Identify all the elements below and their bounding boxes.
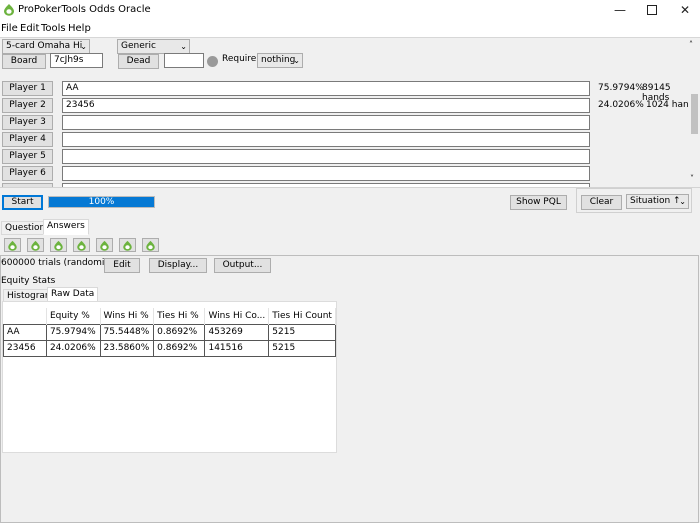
drop-menu-button-5[interactable] xyxy=(96,238,113,252)
scroll-up-icon[interactable]: ˄ xyxy=(689,40,693,49)
situation-select[interactable]: Situation ↑ ⌄ xyxy=(626,194,689,209)
require-select[interactable]: nothing ⌄ xyxy=(257,53,303,68)
player-2-button[interactable]: Player 2 xyxy=(2,98,53,113)
menu-bar: File Edit Tools Help xyxy=(0,20,700,38)
drop-menu-button-4[interactable] xyxy=(73,238,90,252)
game-select-value: 5-card Omaha Hi xyxy=(6,41,83,51)
drop-icon xyxy=(31,240,40,251)
tab-answers[interactable]: Answers xyxy=(43,219,89,235)
table-header-row: Equity % Wins Hi % Ties Hi % Wins Hi Co.… xyxy=(3,308,336,324)
progress-bar: 100% xyxy=(48,196,155,208)
column-header-equity[interactable]: Equity % xyxy=(46,308,101,324)
chevron-down-icon: ⌄ xyxy=(180,42,187,51)
player-1-button[interactable]: Player 1 xyxy=(2,81,53,96)
player-1-equity: 75.9794% xyxy=(598,83,644,93)
equity-table: Equity % Wins Hi % Ties Hi % Wins Hi Co.… xyxy=(3,308,336,357)
column-header-ties-hi-count[interactable]: Ties Hi Count xyxy=(268,308,336,324)
maximize-button[interactable] xyxy=(637,0,667,20)
scroll-down-icon[interactable]: ˅ xyxy=(690,174,694,183)
players-scrollbar[interactable] xyxy=(689,80,700,185)
player-2-equity: 24.0206% xyxy=(598,100,644,110)
raw-data-panel: Equity % Wins Hi % Ties Hi % Wins Hi Co.… xyxy=(2,301,337,453)
require-label: Require xyxy=(222,54,257,64)
drop-icon xyxy=(77,240,86,251)
drop-menu-button-3[interactable] xyxy=(50,238,67,252)
player-2-range-input[interactable]: 23456 xyxy=(62,98,590,113)
menu-tools[interactable]: Tools xyxy=(41,23,66,34)
require-toggle[interactable] xyxy=(207,56,218,67)
cell-wins-hi-pct: 75.5448% xyxy=(99,323,155,341)
maximize-icon xyxy=(647,5,657,15)
window-title: ProPokerTools Odds Oracle xyxy=(18,4,151,15)
cell-wins-hi-pct: 23.5860% xyxy=(99,339,155,357)
cell-ties-hi-pct: 0.8692% xyxy=(153,323,206,341)
require-select-value: nothing xyxy=(261,55,296,65)
board-input[interactable]: 7cJh9s xyxy=(50,53,103,68)
cell-ties-hi-count: 5215 xyxy=(268,339,336,357)
chevron-down-icon: ⌄ xyxy=(679,197,686,206)
cell-range: AA xyxy=(3,323,47,341)
chevron-down-icon: ⌄ xyxy=(80,42,87,51)
column-header-wins-hi-pct[interactable]: Wins Hi % xyxy=(100,308,155,324)
start-button[interactable]: Start xyxy=(2,195,43,210)
drop-menu-button-7[interactable] xyxy=(142,238,159,252)
drop-menu-button-6[interactable] xyxy=(119,238,136,252)
drop-icon xyxy=(54,240,63,251)
output-button[interactable]: Output... xyxy=(214,258,271,273)
minimize-button[interactable]: — xyxy=(605,0,635,20)
drop-icon xyxy=(123,240,132,251)
chevron-down-icon: ⌄ xyxy=(293,56,300,65)
player-6-range-input[interactable] xyxy=(62,166,590,181)
edit-button[interactable]: Edit xyxy=(104,258,140,273)
progress-label: 100% xyxy=(88,197,115,207)
dead-button[interactable]: Dead xyxy=(118,54,159,69)
clear-button[interactable]: Clear xyxy=(581,195,622,210)
drop-icon xyxy=(8,240,17,251)
player-3-range-input[interactable] xyxy=(62,115,590,130)
column-header-range[interactable] xyxy=(3,308,47,324)
cell-equity: 24.0206% xyxy=(45,339,101,357)
game-select[interactable]: 5-card Omaha Hi ⌄ xyxy=(2,39,90,54)
show-pql-button[interactable]: Show PQL xyxy=(510,195,567,210)
syntax-select[interactable]: Generic Syntax ⌄ xyxy=(117,39,190,64)
cell-ties-hi-count: 5215 xyxy=(268,323,336,341)
player-3-button[interactable]: Player 3 xyxy=(2,115,53,130)
cell-ties-hi-pct: 0.8692% xyxy=(153,339,206,357)
situation-select-value: Situation ↑ xyxy=(630,196,681,206)
cell-wins-hi-count: 453269 xyxy=(204,323,270,341)
table-row[interactable]: 23456 24.0206% 23.5860% 0.8692% 141516 5… xyxy=(3,339,336,357)
player-5-button[interactable]: Player 5 xyxy=(2,149,53,164)
cell-wins-hi-count: 141516 xyxy=(204,339,270,357)
display-button[interactable]: Display... xyxy=(149,258,207,273)
player-6-button[interactable]: Player 6 xyxy=(2,166,53,181)
drop-icon xyxy=(146,240,155,251)
cell-range: 23456 xyxy=(3,339,47,357)
player-5-range-input[interactable] xyxy=(62,149,590,164)
board-button[interactable]: Board xyxy=(2,54,46,69)
drop-icon xyxy=(100,240,109,251)
title-bar: ProPokerTools Odds Oracle — ✕ xyxy=(0,0,700,20)
player-4-button[interactable]: Player 4 xyxy=(2,132,53,147)
menu-edit[interactable]: Edit xyxy=(20,23,39,34)
column-header-ties-hi-pct[interactable]: Ties Hi % xyxy=(153,308,206,324)
player-1-range-input[interactable]: AA xyxy=(62,81,590,96)
drop-menu-button-1[interactable] xyxy=(4,238,21,252)
cell-equity: 75.9794% xyxy=(45,323,101,341)
scrollbar-thumb[interactable] xyxy=(691,94,698,134)
dead-input[interactable] xyxy=(164,53,204,68)
close-button[interactable]: ✕ xyxy=(670,0,700,20)
drop-menu-button-2[interactable] xyxy=(27,238,44,252)
table-row[interactable]: AA 75.9794% 75.5448% 0.8692% 453269 5215 xyxy=(3,323,336,341)
app-logo-icon xyxy=(4,4,14,16)
menu-help[interactable]: Help xyxy=(68,23,91,34)
menu-file[interactable]: File xyxy=(1,23,18,34)
player-4-range-input[interactable] xyxy=(62,132,590,147)
column-header-wins-hi-count[interactable]: Wins Hi Co... xyxy=(204,308,270,324)
equity-stats-label: Equity Stats xyxy=(1,276,56,286)
